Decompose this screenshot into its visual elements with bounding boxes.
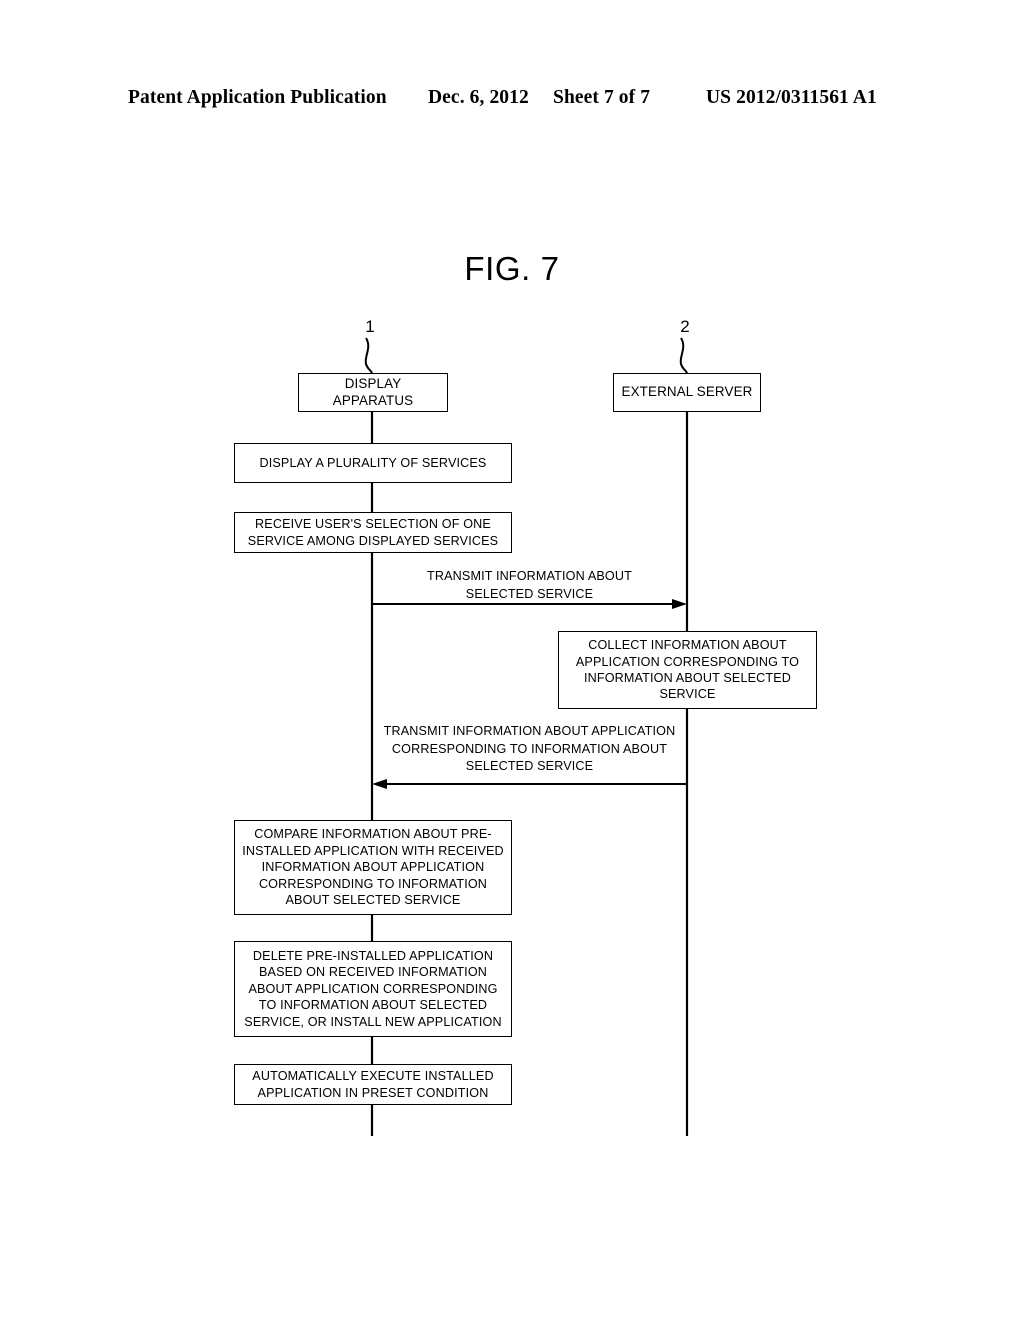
message-text-transmit-selected-service: TRANSMIT INFORMATION ABOUT SELECTED SERV… bbox=[427, 569, 632, 601]
message-label-transmit-application-info: TRANSMIT INFORMATION ABOUT APPLICATION C… bbox=[368, 723, 691, 776]
message-arrow-transmit-application-info bbox=[372, 779, 687, 789]
leader-line-ref-1 bbox=[364, 337, 373, 374]
actor-label-external-server: EXTERNAL SERVER bbox=[621, 384, 753, 400]
step-label-auto-execute: AUTOMATICALLY EXECUTE INSTALLED APPLICAT… bbox=[252, 1069, 494, 1100]
step-box-display-services[interactable]: DISPLAY A PLURALITY OF SERVICES bbox=[234, 443, 512, 483]
step-box-compare-information[interactable]: COMPARE INFORMATION ABOUT PRE-INSTALLED … bbox=[234, 820, 512, 915]
step-box-auto-execute[interactable]: AUTOMATICALLY EXECUTE INSTALLED APPLICAT… bbox=[234, 1064, 512, 1105]
actor-box-display-apparatus[interactable]: DISPLAY APPARATUS bbox=[298, 373, 448, 412]
leader-line-ref-2 bbox=[679, 337, 688, 374]
step-label-compare-information: COMPARE INFORMATION ABOUT PRE-INSTALLED … bbox=[242, 827, 504, 908]
message-label-transmit-selected-service: TRANSMIT INFORMATION ABOUT SELECTED SERV… bbox=[393, 568, 666, 603]
step-box-receive-selection[interactable]: RECEIVE USER'S SELECTION OF ONE SERVICE … bbox=[234, 512, 512, 553]
step-box-collect-information[interactable]: COLLECT INFORMATION ABOUT APPLICATION CO… bbox=[558, 631, 817, 709]
step-label-collect-information: COLLECT INFORMATION ABOUT APPLICATION CO… bbox=[575, 638, 800, 702]
actor-box-external-server[interactable]: EXTERNAL SERVER bbox=[613, 373, 761, 412]
actor-label-display-apparatus: DISPLAY APPARATUS bbox=[332, 376, 414, 408]
reference-numeral-2: 2 bbox=[680, 317, 690, 336]
message-text-transmit-application-info: TRANSMIT INFORMATION ABOUT APPLICATION C… bbox=[383, 724, 676, 773]
step-box-delete-or-install[interactable]: DELETE PRE-INSTALLED APPLICATION BASED O… bbox=[234, 941, 512, 1037]
step-label-delete-or-install: DELETE PRE-INSTALLED APPLICATION BASED O… bbox=[244, 948, 502, 1029]
figure-drawing-canvas bbox=[364, 337, 689, 1136]
step-label-display-services: DISPLAY A PLURALITY OF SERVICES bbox=[259, 455, 487, 470]
reference-numeral-1: 1 bbox=[365, 317, 375, 336]
step-label-receive-selection: RECEIVE USER'S SELECTION OF ONE SERVICE … bbox=[247, 517, 499, 548]
